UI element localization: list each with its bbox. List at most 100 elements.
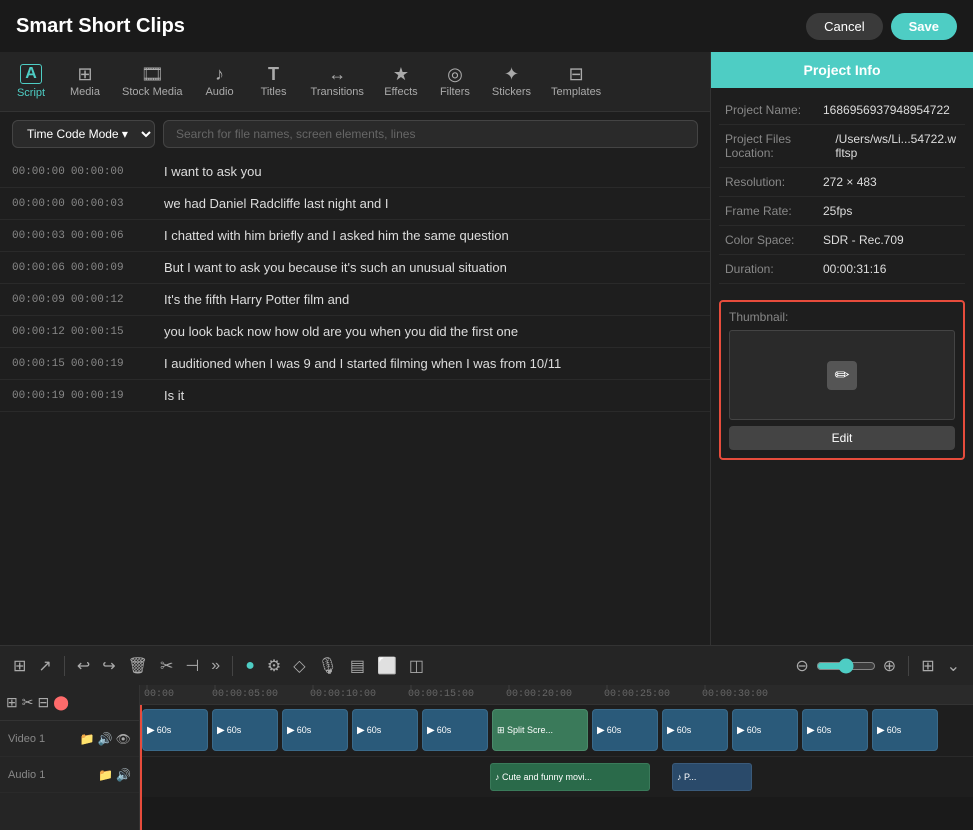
clip-0[interactable]: ▶60s <box>142 709 208 751</box>
stock-media-icon: 🎞 <box>141 65 164 83</box>
delete-icon[interactable]: 🗑 <box>125 653 151 679</box>
clip-1[interactable]: ▶60s <box>212 709 278 751</box>
script-row[interactable]: 00:00:09 00:00:12 It's the fifth Harry P… <box>0 284 710 316</box>
ruler-mark-2: 00:00:10:00 <box>310 685 376 704</box>
edit-button[interactable]: Edit <box>729 426 955 450</box>
info-value: 25fps <box>823 204 852 218</box>
bottom-toolbar: ⊞ ↗ ↩ ↪ 🗑 ✂ ⊣ » ● ⚙ ◇ 🎙 ▤ ⬜ ◫ ⊖ ⊕ ⊞ ⌄ <box>0 645 973 685</box>
tl-add-track-icon[interactable]: ⊞ <box>6 694 18 711</box>
playhead-icon[interactable]: ● <box>242 654 258 678</box>
split-icon[interactable]: ⊞ <box>10 653 29 679</box>
search-bar: Time Code Mode ▾ <box>0 112 710 156</box>
info-label: Frame Rate: <box>725 204 815 218</box>
toolbar-label-audio: Audio <box>205 86 233 98</box>
toolbar-item-filters[interactable]: ◎ Filters <box>428 59 482 104</box>
redo-icon[interactable]: ↪ <box>99 653 118 679</box>
top-bar: Smart Short Clips Cancel Save <box>0 0 973 52</box>
top-bar-buttons: Cancel Save <box>806 13 957 40</box>
toolbar-item-media[interactable]: ⊞ Media <box>58 59 112 104</box>
thumbnail-label: Thumbnail: <box>729 310 955 324</box>
audio-clip-0[interactable]: ♪ Cute and funny movi... <box>490 763 650 791</box>
video-track-eye-icon[interactable]: 👁 <box>116 732 131 746</box>
clip-7[interactable]: ▶60s <box>732 709 798 751</box>
toolbar-item-script[interactable]: A Script <box>4 58 58 105</box>
toolbar-item-audio[interactable]: ♪ Audio <box>193 59 247 104</box>
video-track-volume-icon[interactable]: 🔊 <box>98 732 113 746</box>
project-info-tab[interactable]: Project Info <box>711 52 973 88</box>
ruler-mark-6: 00:00:30:00 <box>702 685 768 704</box>
app-title: Smart Short Clips <box>16 15 185 38</box>
effects-icon: ★ <box>393 65 409 83</box>
audio-track-volume-icon[interactable]: 🔊 <box>116 768 131 782</box>
cut-icon[interactable]: ✂ <box>157 653 176 679</box>
zoom-out-icon[interactable]: ⊖ <box>792 653 811 679</box>
script-row[interactable]: 00:00:06 00:00:09 But I want to ask you … <box>0 252 710 284</box>
tl-color-icon[interactable]: ⬤ <box>53 694 69 711</box>
clip-5[interactable]: ▶60s <box>592 709 658 751</box>
caption-icon[interactable]: ⬜ <box>374 653 400 679</box>
cancel-button[interactable]: Cancel <box>806 13 882 40</box>
info-row: Project Files Location: /Users/ws/Li...5… <box>719 125 965 168</box>
script-row[interactable]: 00:00:15 00:00:19 I auditioned when I wa… <box>0 348 710 380</box>
script-list: 00:00:00 00:00:00 I want to ask you 00:0… <box>0 156 710 645</box>
mic-icon[interactable]: 🎙 <box>315 653 341 679</box>
info-row: Duration: 00:00:31:16 <box>719 255 965 284</box>
save-button[interactable]: Save <box>891 13 957 40</box>
video-track-file-icon[interactable]: 📁 <box>80 732 95 746</box>
ruler-mark-4: 00:00:20:00 <box>506 685 572 704</box>
info-label: Duration: <box>725 262 815 276</box>
toolbar-item-transitions[interactable]: ↔ Transitions <box>301 59 374 104</box>
video-track: ▶60s ▶60s ▶60s ▶60s ▶60s ⊞ Split Scre...… <box>140 705 973 757</box>
clip-9[interactable]: ▶60s <box>872 709 938 751</box>
zoom-in-icon[interactable]: ⊕ <box>880 653 899 679</box>
toolbar-item-stock-media[interactable]: 🎞 Stock Media <box>112 59 193 104</box>
pencil-icon: ✏ <box>827 361 856 390</box>
toolbar-label-transitions: Transitions <box>311 86 364 98</box>
more-icon[interactable]: » <box>208 654 223 678</box>
subtitle-icon[interactable]: ▤ <box>347 653 368 679</box>
toolbar-item-effects[interactable]: ★ Effects <box>374 59 428 104</box>
ruler-mark-0: 00:00 <box>144 685 174 704</box>
script-row[interactable]: 00:00:03 00:00:06 I chatted with him bri… <box>0 220 710 252</box>
chevron-down-icon[interactable]: ⌄ <box>944 653 963 679</box>
time-code: 00:00:15 00:00:19 <box>12 358 152 370</box>
clip-2[interactable]: ▶60s <box>282 709 348 751</box>
settings-icon[interactable]: ⚙ <box>264 653 284 679</box>
speed-icon[interactable]: ◫ <box>406 653 427 679</box>
video-track-label: Video 1 📁 🔊 👁 <box>0 721 139 757</box>
clip-split-screen[interactable]: ⊞ Split Scre... <box>492 709 588 751</box>
audio-clip-1[interactable]: ♪ P... <box>672 763 752 791</box>
info-label: Resolution: <box>725 175 815 189</box>
toolbar-item-templates[interactable]: ⊟ Templates <box>541 59 611 104</box>
zoom-slider[interactable] <box>816 658 876 674</box>
clip-6[interactable]: ▶60s <box>662 709 728 751</box>
trim-icon[interactable]: ⊣ <box>182 653 202 679</box>
script-icon: A <box>20 64 42 84</box>
toolbar-label-effects: Effects <box>384 86 417 98</box>
script-row[interactable]: 00:00:12 00:00:15 you look back now how … <box>0 316 710 348</box>
info-value: 272 × 483 <box>823 175 877 189</box>
script-text: It's the fifth Harry Potter film and <box>164 292 349 307</box>
info-label: Project Name: <box>725 103 815 117</box>
grid-view-icon[interactable]: ⊞ <box>918 653 937 679</box>
info-label: Color Space: <box>725 233 815 247</box>
search-input[interactable] <box>163 120 698 148</box>
tl-tool-icon[interactable]: ✂ <box>22 694 34 711</box>
clip-8[interactable]: ▶60s <box>802 709 868 751</box>
script-text: I want to ask you <box>164 164 262 179</box>
toolbar-item-titles[interactable]: T Titles <box>247 59 301 104</box>
audio-track-file-icon[interactable]: 📁 <box>98 768 113 782</box>
shield-icon[interactable]: ◇ <box>290 653 308 679</box>
clip-3[interactable]: ▶60s <box>352 709 418 751</box>
clip-4[interactable]: ▶60s <box>422 709 488 751</box>
toolbar-item-stickers[interactable]: ✦ Stickers <box>482 59 541 104</box>
tl-snap-icon[interactable]: ⊟ <box>37 694 49 711</box>
titles-icon: T <box>268 65 279 83</box>
undo-icon[interactable]: ↩ <box>74 653 93 679</box>
script-row[interactable]: 00:00:19 00:00:19 Is it <box>0 380 710 412</box>
script-row[interactable]: 00:00:00 00:00:00 I want to ask you <box>0 156 710 188</box>
toolbar-label-filters: Filters <box>440 86 470 98</box>
select-icon[interactable]: ↗ <box>35 653 54 679</box>
script-row[interactable]: 00:00:00 00:00:03 we had Daniel Radcliff… <box>0 188 710 220</box>
time-code-mode-select[interactable]: Time Code Mode ▾ <box>12 120 155 148</box>
